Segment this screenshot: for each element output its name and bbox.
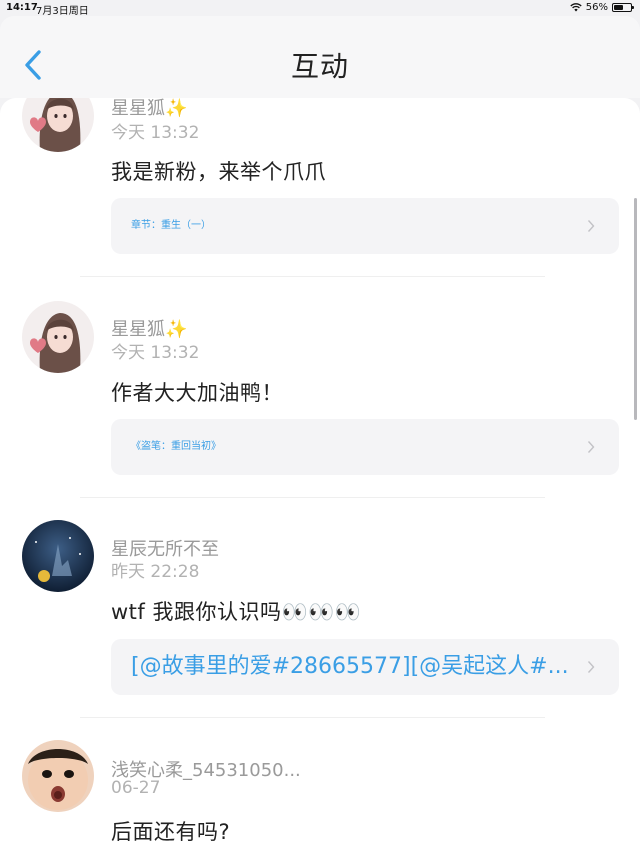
comment-time: 昨天 22:28 <box>111 562 200 582</box>
comment-text: 后面还有吗? <box>111 820 231 844</box>
chevron-right-icon <box>587 220 595 232</box>
battery-icon <box>612 3 634 12</box>
scrollbar[interactable] <box>634 198 637 420</box>
wifi-icon <box>570 3 582 12</box>
username[interactable]: 星星狐✨ <box>111 98 187 120</box>
girl-avatar-image <box>22 98 94 152</box>
baby-avatar-image <box>22 740 94 812</box>
page-title: 互动 <box>290 50 349 83</box>
divider <box>80 276 545 277</box>
status-time: 14:17 <box>6 2 38 13</box>
reference-card[interactable]: 章节：重生（一） <box>111 198 619 254</box>
divider <box>80 717 545 718</box>
avatar[interactable] <box>22 301 94 373</box>
comment-text: 作者大大加油鸭！ <box>111 381 283 405</box>
reference-text: 《盗笔：重回当初》 <box>131 441 221 452</box>
reference-text: [@故事里的爱#28665577][@吴起这人#... <box>131 654 569 679</box>
avatar[interactable] <box>22 98 94 152</box>
nav-header: 互动 <box>0 16 640 98</box>
status-right: 56% <box>570 2 634 13</box>
comment-text: wtf 我跟你认识吗👀👀👀 <box>111 600 362 624</box>
status-date: 7月3日周日 <box>36 6 89 17</box>
comment-text: 我是新粉，来举个爪爪 <box>111 160 326 184</box>
girl-avatar-image <box>22 301 94 373</box>
avatar[interactable] <box>22 520 94 592</box>
comment-time: 今天 13:32 <box>111 123 200 143</box>
reference-card[interactable]: 《盗笔：重回当初》 <box>111 419 619 475</box>
comment-time: 今天 13:32 <box>111 343 200 363</box>
chevron-right-icon <box>587 441 595 453</box>
comment-list[interactable]: 星星狐✨ 今天 13:32 我是新粉，来举个爪爪 章节：重生（一） 星星狐✨ 今… <box>0 98 640 853</box>
status-bar: 14:17 7月3日周日 56% <box>0 0 640 17</box>
reference-card[interactable]: [@故事里的爱#28665577][@吴起这人#... <box>111 639 619 695</box>
chevron-right-icon <box>587 661 595 673</box>
night-sky-avatar-image <box>22 520 94 592</box>
divider <box>80 497 545 498</box>
avatar[interactable] <box>22 740 94 812</box>
comment-time: 06-27 <box>111 778 161 798</box>
reference-text: 章节：重生（一） <box>131 220 211 231</box>
battery-percent: 56% <box>585 2 608 13</box>
